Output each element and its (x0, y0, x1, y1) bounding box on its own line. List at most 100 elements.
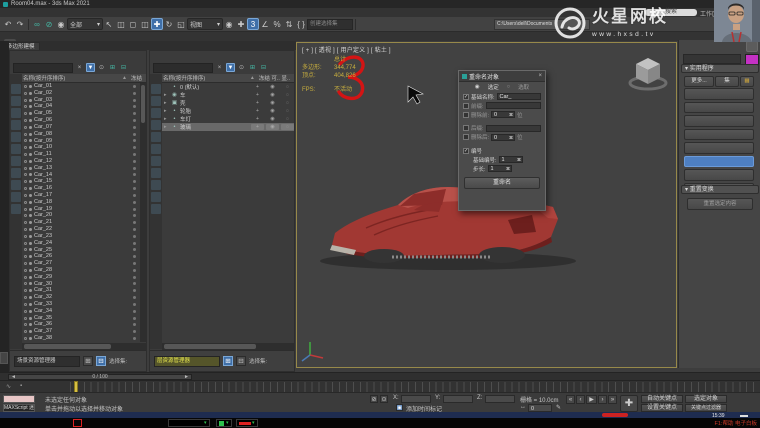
visibility-cell[interactable]: ◉ (266, 108, 279, 114)
frozen-dot-icon[interactable] (133, 173, 136, 176)
frozen-dot-icon[interactable] (133, 317, 136, 320)
scene-object-row[interactable]: Car_27 (22, 260, 142, 267)
remove-first-spinner[interactable]: 0 (491, 111, 515, 118)
annotation-tool-icon[interactable] (73, 419, 82, 428)
scene-object-row[interactable]: Car_21 (22, 219, 142, 226)
x-coordinate-field[interactable] (401, 395, 431, 403)
viewcube[interactable] (630, 58, 666, 89)
frozen-dot-icon[interactable] (133, 214, 136, 217)
expand-arrow-icon[interactable]: ▸ (164, 124, 169, 130)
unlink-icon[interactable]: ⊘ (43, 18, 55, 30)
scrollbar-thumb[interactable] (24, 344, 111, 349)
toolbar-icon[interactable] (478, 18, 490, 30)
viewport-nav-icon[interactable] (729, 404, 737, 413)
filter-type-icon[interactable] (151, 120, 161, 130)
annotation-tool-icon[interactable] (133, 419, 142, 428)
suffix-checkbox[interactable] (463, 125, 469, 131)
filter-type-icon[interactable] (151, 132, 161, 142)
annotation-tool-icon[interactable] (63, 419, 72, 428)
filter-type-icon[interactable] (151, 156, 161, 166)
radio-selected-label[interactable]: 选定 (488, 83, 499, 91)
select-object-icon[interactable]: ↖ (103, 18, 115, 30)
annotation-font-dropdown[interactable]: ▾ (168, 419, 210, 427)
delete-icon[interactable]: ⊞ (83, 356, 93, 366)
filter-type-icon[interactable] (151, 144, 161, 154)
scene-object-row[interactable]: Car_05 (22, 110, 142, 117)
settings-icon[interactable]: ⊟ (236, 356, 246, 366)
toolbar-icon[interactable] (454, 18, 466, 30)
filter-type-icon[interactable] (151, 180, 161, 190)
viewport-nav-icon[interactable] (744, 404, 752, 413)
frozen-dot-icon[interactable] (133, 133, 136, 136)
auto-key-button[interactable]: 自动关键点 (641, 395, 683, 403)
utilities-rollout-header[interactable]: ▾ 实用程序 (681, 64, 759, 73)
scene-object-row[interactable]: Car_06 (22, 117, 142, 124)
annotation-tool-icon[interactable] (113, 419, 122, 428)
toolbar-icon[interactable] (358, 18, 370, 30)
base-name-input[interactable]: Car_ (497, 93, 541, 100)
filter-type-icon[interactable] (151, 84, 161, 94)
select-manipulate-icon[interactable]: ✚ (235, 18, 247, 30)
spinner-snap-icon[interactable]: ⇅ (283, 18, 295, 30)
frozen-dot-icon[interactable] (133, 248, 136, 251)
close-icon[interactable]: × (538, 73, 542, 79)
remove-first-checkbox[interactable] (463, 112, 469, 118)
scene-object-row[interactable]: Car_15 (22, 178, 142, 185)
undo-icon[interactable]: ↶ (2, 18, 14, 30)
track-curve-icon[interactable]: ∿ (6, 383, 11, 390)
lock-icon[interactable]: ⊙ (97, 63, 106, 72)
scene-object-row[interactable]: Car_19 (22, 206, 142, 213)
key-pencil-icon[interactable]: ✎ (556, 404, 561, 411)
horizontal-scrollbar[interactable] (162, 343, 294, 350)
macro-recorder-field[interactable] (3, 395, 35, 403)
frozen-dot-icon[interactable] (133, 255, 136, 258)
add-container-icon[interactable]: ⊞ (108, 63, 117, 72)
frozen-dot-icon[interactable] (133, 201, 136, 204)
configure-buttons-icon[interactable]: ▦ (740, 76, 754, 87)
scene-object-row[interactable]: Car_37 (22, 328, 142, 335)
viewport-nav-icon[interactable] (752, 395, 760, 404)
scene-object-row[interactable]: Car_17 (22, 192, 142, 199)
filter-type-icon[interactable] (11, 132, 21, 142)
filter-type-icon[interactable] (11, 84, 21, 94)
use-center-icon[interactable]: ◉ (223, 18, 235, 30)
utility-button[interactable] (684, 142, 754, 154)
frozen-dot-icon[interactable] (133, 310, 136, 313)
viewport-label[interactable]: [ + ] [ 透视 ] [ 用户定义 ] [ 粘土 ] (302, 45, 391, 54)
redo-icon[interactable]: ↷ (14, 18, 26, 30)
filter-type-icon[interactable] (11, 168, 21, 178)
filter-type-icon[interactable] (11, 144, 21, 154)
scene-object-row[interactable]: Car_03 (22, 97, 142, 104)
select-link-icon[interactable]: ∞ (31, 18, 43, 30)
time-tag-icon[interactable]: ▣ (396, 404, 403, 411)
reset-xform-rollout-header[interactable]: ▾ 重置变换 (681, 185, 759, 194)
scene-object-row[interactable]: Car_33 (22, 301, 142, 308)
filter-type-icon[interactable] (11, 156, 21, 166)
window-crossing-icon[interactable]: ◫ (139, 18, 151, 30)
step-spinner[interactable]: 1 (488, 165, 512, 172)
explorer-search-input[interactable] (153, 63, 213, 73)
scene-object-row[interactable]: Car_14 (22, 172, 142, 179)
remove-last-checkbox[interactable] (463, 134, 469, 140)
frozen-cell[interactable]: + (251, 124, 264, 130)
scene-object-row[interactable]: Car_04 (22, 103, 142, 110)
layer-row[interactable]: ▸ • 轮胎 + ◉ ◌ (162, 107, 294, 115)
add-layer-icon[interactable]: ⊟ (259, 63, 268, 72)
scene-object-row[interactable]: Car_11 (22, 151, 142, 158)
layer-row[interactable]: ▸ ▣ 壳 + ◉ ◌ (162, 99, 294, 107)
display-cell[interactable]: ◌ (281, 100, 294, 106)
filter-type-icon[interactable] (11, 204, 21, 214)
object-name-field[interactable] (683, 54, 741, 64)
annotation-tool-icon[interactable] (33, 419, 42, 428)
visibility-cell[interactable]: ◉ (266, 100, 279, 106)
frozen-dot-icon[interactable] (133, 92, 136, 95)
scene-object-row[interactable]: Car_35 (22, 315, 142, 322)
annotation-tool-icon[interactable] (153, 419, 162, 428)
frozen-dot-icon[interactable] (133, 85, 136, 88)
frozen-cell[interactable]: + (251, 108, 264, 114)
annotation-width-dropdown[interactable]: ▾ (236, 419, 258, 427)
prefix-input[interactable] (486, 102, 541, 109)
angle-snap-icon[interactable]: ∠ (259, 18, 271, 30)
scene-object-row[interactable]: Car_31 (22, 287, 142, 294)
play-icon[interactable]: ▶ (586, 395, 597, 404)
